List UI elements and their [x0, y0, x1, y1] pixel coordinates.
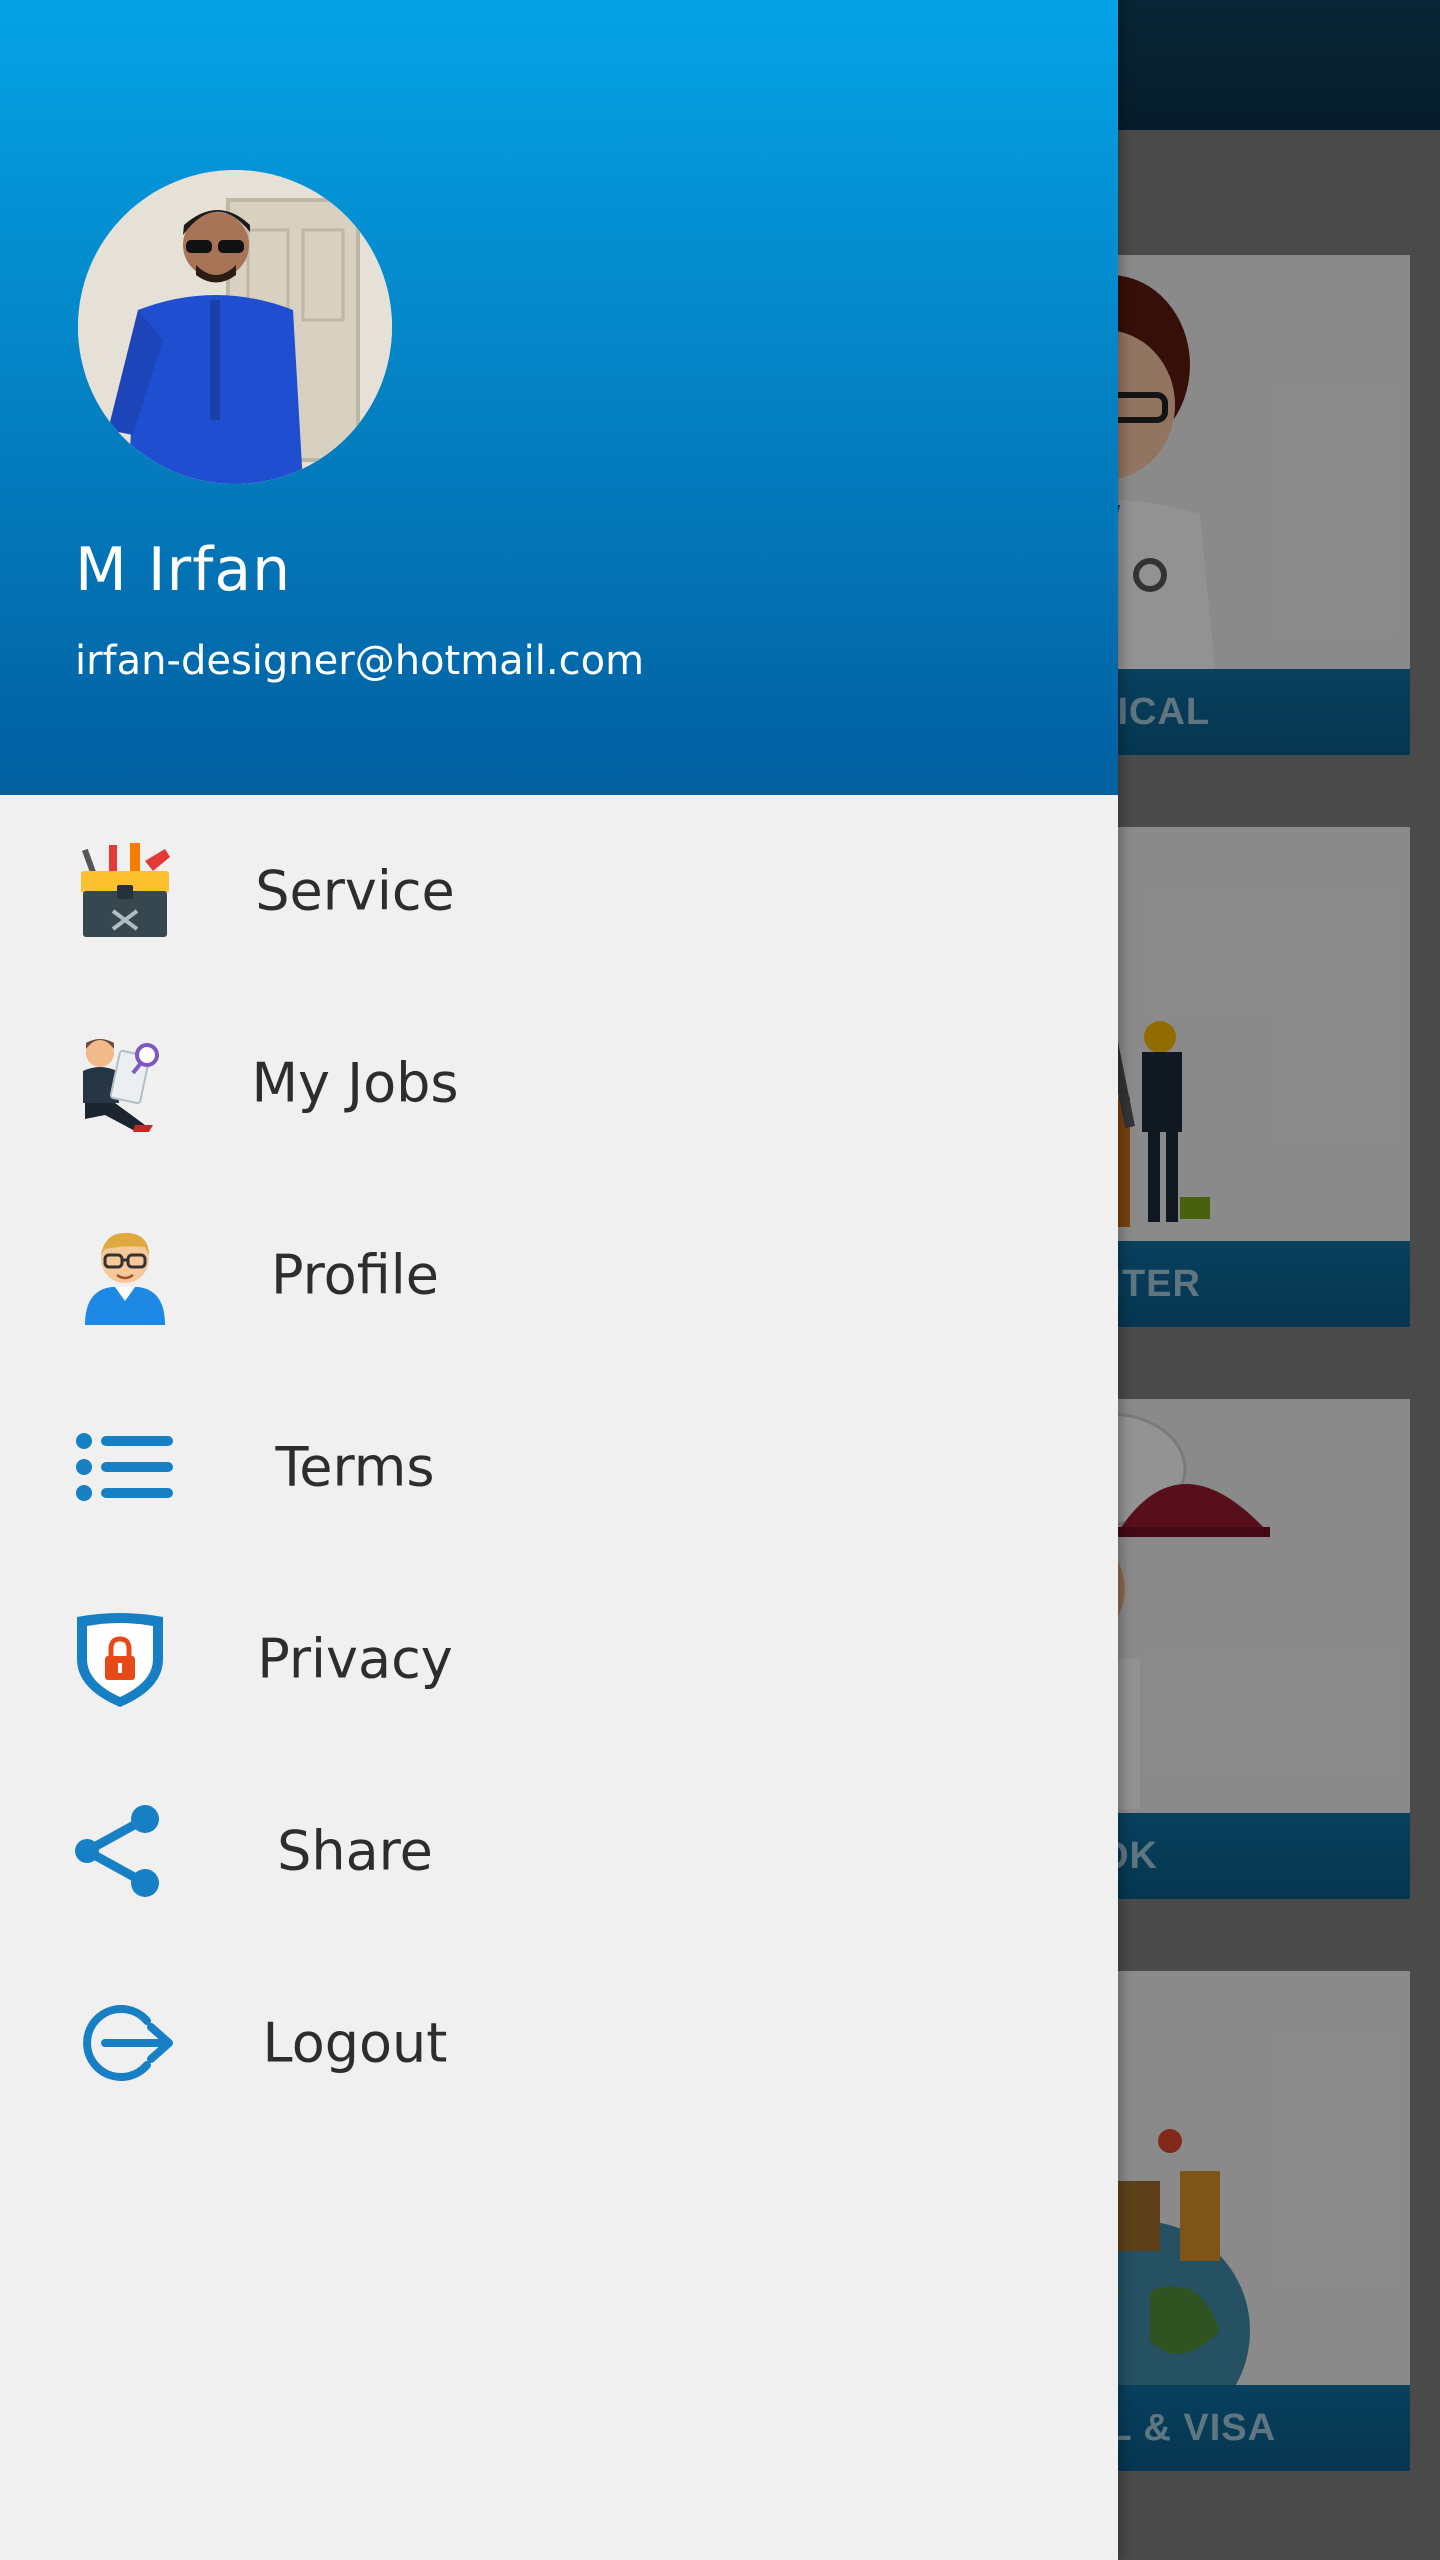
user-photo: [78, 170, 392, 484]
navigation-drawer: M Irfan irfan-designer@hotmail.com Servi…: [0, 0, 1118, 2560]
menu-item-share[interactable]: Share: [0, 1755, 1118, 1947]
shield-lock-icon: [77, 1613, 163, 1707]
menu-label: Logout: [262, 2011, 448, 2075]
menu-label: Terms: [275, 1435, 435, 1499]
menu-label: Profile: [271, 1243, 439, 1307]
user-profile-icon: [85, 1232, 165, 1325]
menu-item-terms[interactable]: Terms: [0, 1371, 1118, 1563]
menu-label: My Jobs: [251, 1051, 459, 1115]
menu-item-my-jobs[interactable]: My Jobs: [0, 987, 1118, 1179]
toolbox-icon: [81, 843, 170, 937]
menu-label: Share: [277, 1819, 433, 1883]
user-name: M Irfan: [75, 535, 292, 605]
user-email: irfan-designer@hotmail.com: [75, 638, 645, 684]
avatar[interactable]: [78, 170, 392, 484]
logout-icon: [83, 2005, 173, 2081]
share-icon: [75, 1805, 159, 1897]
menu-label: Privacy: [257, 1627, 453, 1691]
menu-item-service[interactable]: Service: [0, 795, 1118, 987]
menu-item-profile[interactable]: Profile: [0, 1179, 1118, 1371]
menu-item-privacy[interactable]: Privacy: [0, 1563, 1118, 1755]
drawer-header: M Irfan irfan-designer@hotmail.com: [0, 0, 1118, 795]
menu-item-logout[interactable]: Logout: [0, 1947, 1118, 2139]
menu-label: Service: [255, 859, 455, 923]
list-icon: [76, 1433, 173, 1501]
job-seeker-icon: [83, 1039, 159, 1132]
